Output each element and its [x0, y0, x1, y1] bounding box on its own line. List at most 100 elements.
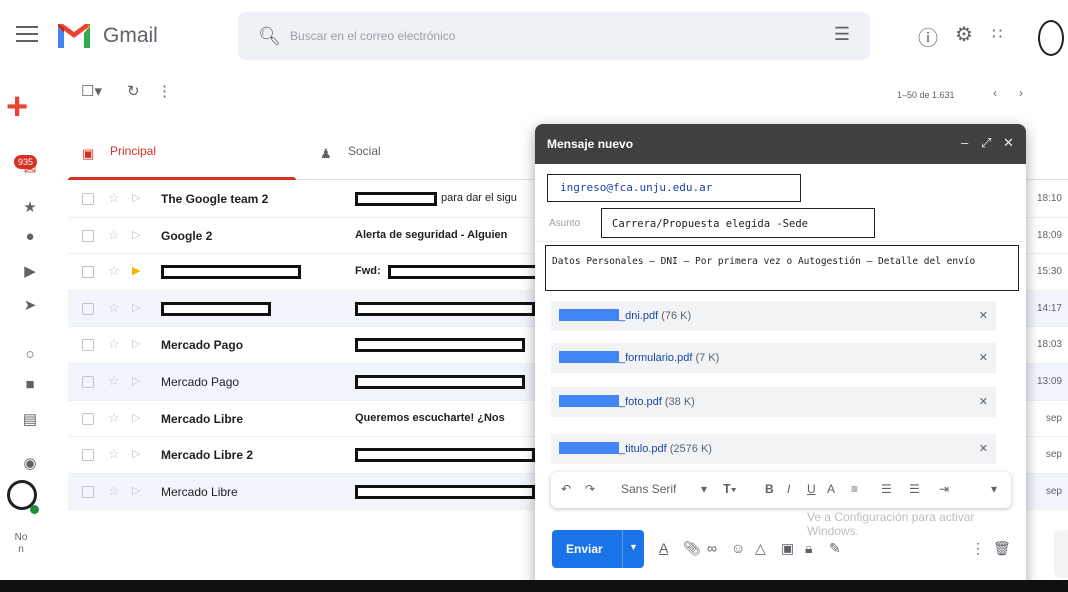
- insert-link-icon[interactable]: ∞: [707, 540, 717, 556]
- remove-attachment-icon[interactable]: ✕: [979, 309, 988, 322]
- keyboard-icon[interactable]: ▤: [20, 410, 40, 428]
- prev-page-icon[interactable]: ‹: [993, 86, 997, 100]
- attachment-chip[interactable]: _titulo.pdf (2576 K) ✕: [551, 434, 996, 464]
- important-marker-icon[interactable]: ▷: [132, 447, 140, 460]
- star-icon[interactable]: ☆: [108, 263, 120, 279]
- row-checkbox[interactable]: [82, 412, 94, 425]
- important-marker-icon[interactable]: ▷: [132, 337, 140, 350]
- drive-icon[interactable]: △: [755, 540, 766, 557]
- insert-photo-icon[interactable]: ▣: [781, 540, 794, 557]
- help-icon[interactable]: ⓘ: [918, 22, 938, 51]
- remove-attachment-icon[interactable]: ✕: [979, 442, 988, 455]
- tab-principal[interactable]: ▣ Principal: [68, 126, 296, 180]
- row-checkbox[interactable]: [82, 193, 94, 205]
- star-icon[interactable]: ☆: [108, 227, 120, 243]
- discard-draft-icon[interactable]: 🗑︎: [993, 540, 1011, 557]
- main-menu-icon[interactable]: [16, 26, 38, 44]
- meet-video-icon[interactable]: ■: [20, 376, 40, 393]
- align-icon[interactable]: ≡: [851, 482, 858, 496]
- star-icon[interactable]: ☆: [108, 483, 120, 499]
- important-marker-icon[interactable]: ▷: [132, 374, 140, 387]
- row-checkbox[interactable]: [82, 302, 94, 315]
- formatting-options-icon[interactable]: A: [659, 540, 668, 556]
- more-options-icon[interactable]: ⋮: [971, 540, 985, 557]
- font-dropdown-icon[interactable]: ▾: [701, 482, 707, 496]
- bold-icon[interactable]: B: [765, 482, 774, 496]
- snoozed-icon[interactable]: ●: [20, 228, 40, 245]
- row-checkbox[interactable]: [82, 339, 94, 352]
- close-icon[interactable]: ✕: [1003, 135, 1014, 151]
- italic-icon[interactable]: I: [787, 482, 790, 496]
- more-formatting-icon[interactable]: ▾: [991, 482, 997, 496]
- compose-header[interactable]: Mensaje nuevo ‒ ⤢ ✕: [535, 124, 1026, 164]
- next-page-icon[interactable]: ›: [1019, 86, 1023, 100]
- row-checkbox[interactable]: [82, 449, 94, 462]
- more-actions-icon[interactable]: ⋮: [157, 82, 172, 100]
- emoji-icon[interactable]: ☺: [731, 540, 745, 556]
- search-bar[interactable]: 🔍︎ ☰: [238, 12, 870, 60]
- bulleted-list-icon[interactable]: ☰: [909, 482, 920, 496]
- recipient-field[interactable]: ingreso@fca.unju.edu.ar: [547, 174, 801, 202]
- remove-attachment-icon[interactable]: ✕: [979, 351, 988, 364]
- refresh-icon[interactable]: ↻: [127, 82, 140, 100]
- select-all-checkbox-icon[interactable]: ☐▾: [81, 82, 102, 100]
- starred-icon[interactable]: ★: [20, 198, 40, 216]
- redo-icon[interactable]: ↷: [585, 482, 595, 496]
- star-icon[interactable]: ☆: [108, 446, 120, 462]
- schedule-send-icon[interactable]: ▼: [629, 542, 638, 552]
- important-marker-icon[interactable]: ▷: [132, 228, 140, 241]
- numbered-list-icon[interactable]: ☰: [881, 482, 892, 496]
- attachment-name[interactable]: _foto.pdf (38 K): [559, 395, 695, 408]
- attachment-chip[interactable]: _foto.pdf (38 K) ✕: [551, 387, 996, 417]
- row-checkbox[interactable]: [82, 229, 94, 242]
- important-marker-icon[interactable]: ▷: [132, 411, 140, 424]
- star-icon[interactable]: ☆: [108, 373, 120, 389]
- attach-file-icon[interactable]: 📎︎: [683, 540, 701, 557]
- fullscreen-icon[interactable]: ⤢: [981, 135, 991, 151]
- email-subject: Queremos escucharte! ¿Nos: [355, 411, 505, 424]
- apps-grid-icon[interactable]: ∷: [992, 24, 1002, 44]
- important-marker-icon[interactable]: ▶: [132, 264, 140, 277]
- search-options-icon[interactable]: ☰: [834, 24, 850, 45]
- attachment-name[interactable]: _dni.pdf (76 K): [559, 309, 691, 322]
- row-checkbox[interactable]: [82, 375, 94, 388]
- chat-icon[interactable]: ○: [20, 346, 40, 363]
- side-panel-toggle[interactable]: [1054, 530, 1068, 578]
- attachment-chip[interactable]: _dni.pdf (76 K) ✕: [551, 301, 996, 331]
- gmail-logo-icon[interactable]: [56, 22, 92, 50]
- underline-icon[interactable]: U: [807, 482, 816, 496]
- compose-button[interactable]: +: [6, 88, 28, 126]
- location-icon[interactable]: ◉: [20, 454, 40, 472]
- tab-social[interactable]: ♟ Social: [316, 126, 544, 180]
- search-icon[interactable]: 🔍︎: [258, 26, 281, 47]
- subject-field[interactable]: Carrera/Propuesta elegida -Sede: [601, 208, 875, 238]
- account-avatar[interactable]: [1038, 20, 1064, 56]
- attachment-name[interactable]: _titulo.pdf (2576 K): [559, 442, 712, 455]
- star-icon[interactable]: ☆: [108, 190, 120, 206]
- sent-icon[interactable]: ➤: [20, 296, 40, 314]
- important-marker-icon[interactable]: ▷: [132, 191, 140, 204]
- remove-attachment-icon[interactable]: ✕: [979, 395, 988, 408]
- settings-icon[interactable]: ⚙: [955, 22, 973, 47]
- font-family-select[interactable]: Sans Serif: [621, 482, 676, 496]
- confidential-mode-icon[interactable]: 🔒︎: [805, 540, 812, 557]
- minimize-icon[interactable]: ‒: [961, 135, 968, 150]
- text-color-icon[interactable]: A: [827, 482, 835, 496]
- attachment-name[interactable]: _formulario.pdf (7 K): [559, 351, 719, 364]
- attachment-chip[interactable]: _formulario.pdf (7 K) ✕: [551, 343, 996, 373]
- font-size-icon[interactable]: 𝐓▾: [723, 482, 737, 497]
- important-marker-icon[interactable]: ▷: [132, 484, 140, 497]
- star-icon[interactable]: ☆: [108, 410, 120, 426]
- message-body[interactable]: Datos Personales – DNI – Por primera vez…: [545, 245, 1019, 291]
- signature-icon[interactable]: ✎: [829, 540, 841, 557]
- row-checkbox[interactable]: [82, 266, 94, 279]
- star-icon[interactable]: ☆: [108, 300, 120, 316]
- search-input[interactable]: [290, 24, 790, 48]
- star-icon[interactable]: ☆: [108, 336, 120, 352]
- indent-icon[interactable]: ⇥: [939, 482, 949, 496]
- send-button[interactable]: Enviar ▼: [552, 530, 644, 568]
- row-checkbox[interactable]: [82, 485, 94, 498]
- important-marker-icon[interactable]: ▷: [132, 301, 140, 314]
- important-icon[interactable]: ▶: [20, 262, 40, 280]
- undo-icon[interactable]: ↶: [561, 482, 571, 496]
